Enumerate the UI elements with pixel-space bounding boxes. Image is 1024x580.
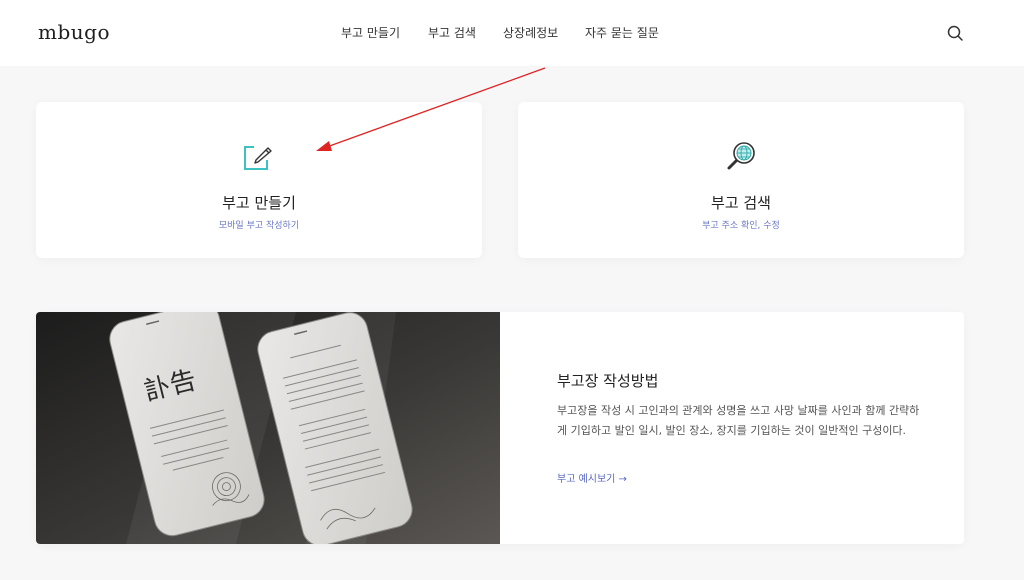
card-subtitle: 모바일 부고 작성하기 — [218, 221, 300, 231]
nav-item-make[interactable]: 부고 만들기 — [341, 24, 400, 41]
main-nav: 부고 만들기 부고 검색 상장례정보 자주 묻는 질문 — [0, 24, 1024, 42]
nav-item-funeral-info[interactable]: 상장례정보 — [503, 24, 558, 41]
card-title: 부고 검색 — [711, 194, 771, 212]
nav-item-faq[interactable]: 자주 묻는 질문 — [585, 24, 659, 41]
make-obituary-card[interactable]: 부고 만들기 모바일 부고 작성하기 — [36, 102, 482, 258]
phone-photo: 訃告 — [36, 312, 500, 544]
guide-title: 부고장 작성방법 — [557, 372, 659, 390]
search-icon[interactable] — [946, 24, 964, 42]
search-obituary-card[interactable]: 부고 검색 부고 주소 확인, 수정 — [518, 102, 964, 258]
site-header: mbugo 부고 만들기 부고 검색 상장례정보 자주 묻는 질문 — [0, 0, 1024, 66]
edit-square-icon — [244, 146, 272, 170]
globe-magnifier-icon — [727, 142, 755, 170]
obituary-guide-section: 訃告 부고장 작성방법 부고장을 작성 시 고인과의 관계와 성명을 쓰고 사망… — [36, 312, 964, 544]
view-example-link[interactable]: 부고 예시보기 → — [557, 470, 627, 485]
card-title: 부고 만들기 — [222, 194, 296, 212]
nav-item-search[interactable]: 부고 검색 — [428, 24, 476, 41]
card-subtitle: 부고 주소 확인, 수정 — [702, 221, 780, 231]
guide-description: 부고장을 작성 시 고인과의 관계와 성명을 쓰고 사망 날짜를 사인과 함께 … — [557, 404, 920, 437]
